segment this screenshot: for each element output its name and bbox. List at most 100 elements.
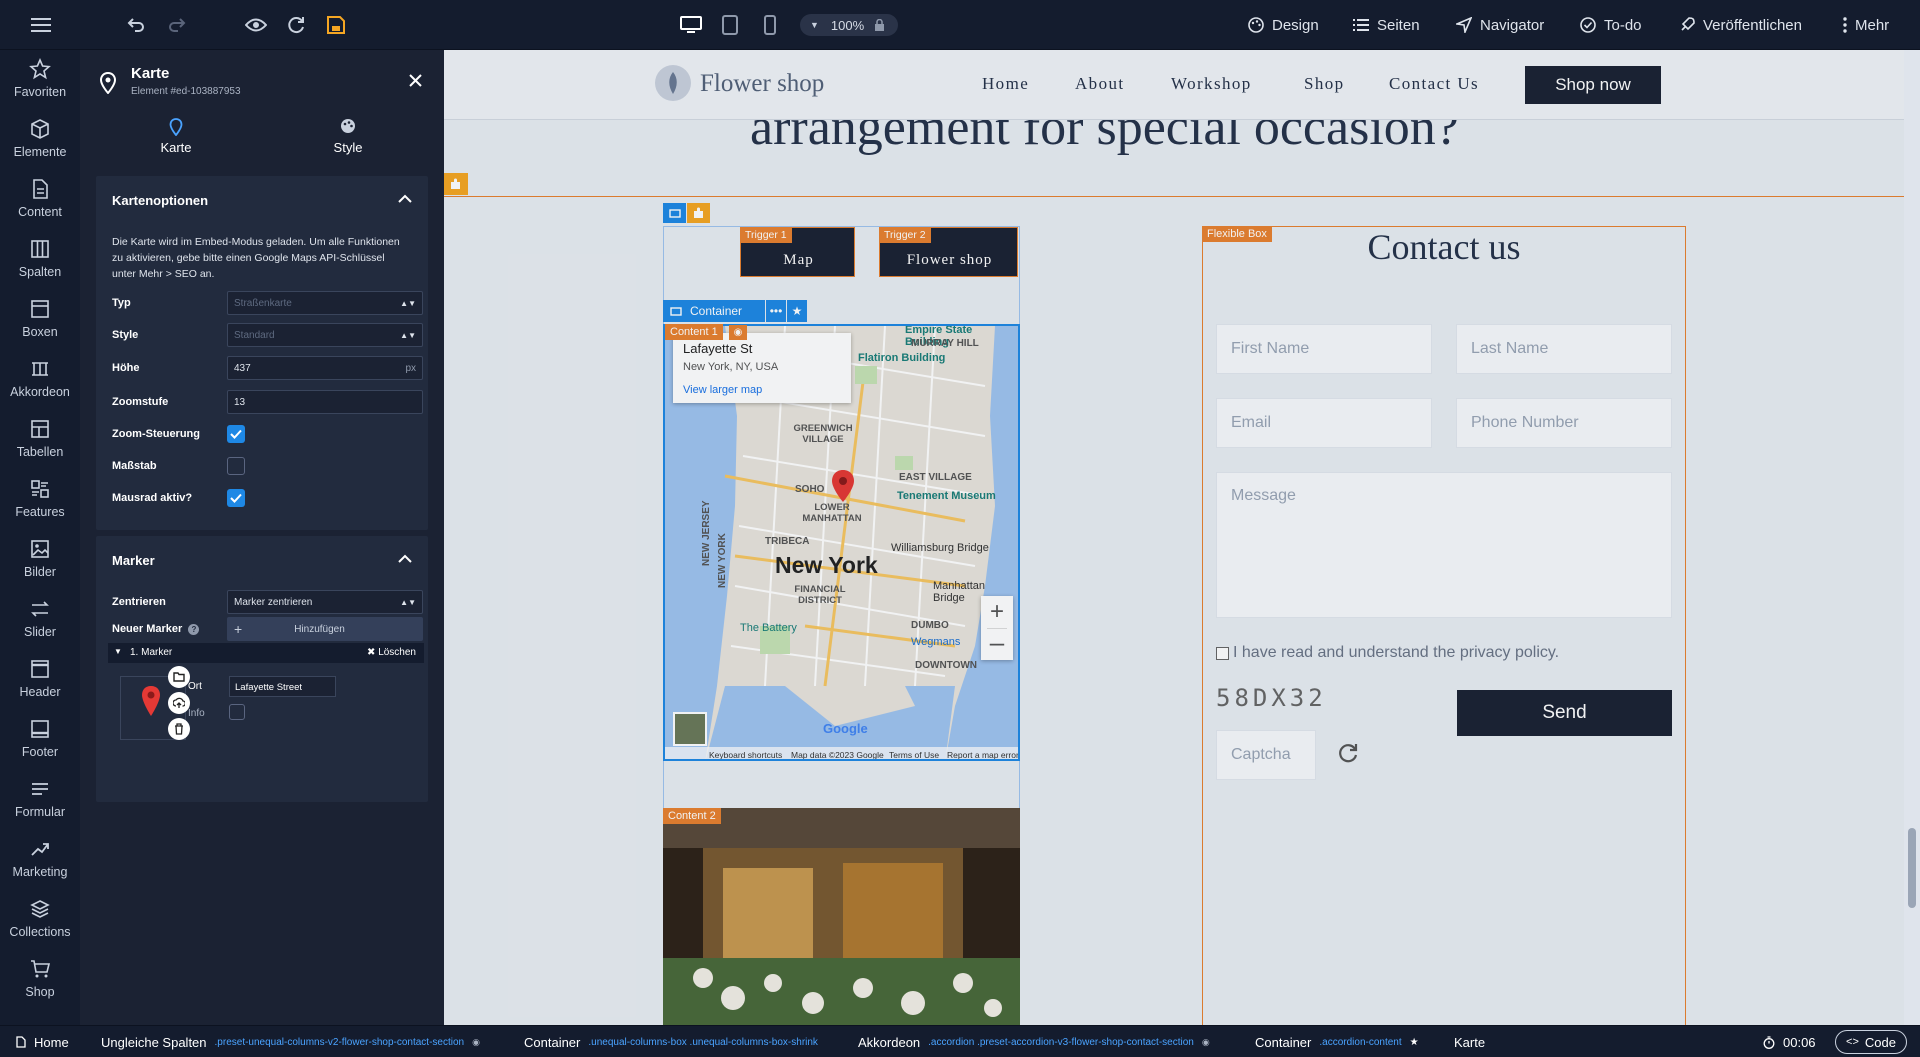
rail-accordion[interactable]: Akkordeon	[0, 358, 80, 416]
zoom-in-icon[interactable]: +	[981, 598, 1013, 628]
rail-content[interactable]: Content	[0, 178, 80, 236]
redo-icon[interactable]	[165, 13, 189, 37]
help-icon[interactable]: ?	[188, 624, 200, 635]
tab-karte[interactable]: Karte	[91, 118, 261, 155]
zoom-control-checkbox[interactable]	[227, 425, 245, 443]
menu-design[interactable]: Design	[1248, 0, 1319, 50]
tablet-view-icon[interactable]	[718, 13, 742, 37]
preview-eye-icon[interactable]	[244, 13, 268, 37]
zoom-out-icon[interactable]: –	[981, 629, 1013, 659]
more-horizontal-icon[interactable]: •••	[766, 300, 786, 322]
close-icon[interactable]	[409, 74, 422, 87]
view-larger-map-link[interactable]: View larger map	[683, 384, 762, 396]
trigger-flower-shop[interactable]: Trigger 2 Flower shop	[879, 227, 1018, 277]
crumb-unequal-columns[interactable]: Ungleiche Spalten .preset-unequal-column…	[101, 1026, 480, 1057]
container-icon[interactable]	[663, 203, 686, 223]
eye-off-icon[interactable]: ◉	[729, 325, 747, 340]
map-options-title[interactable]: Kartenoptionen	[112, 193, 208, 208]
nav-contact[interactable]: Contact Us	[1389, 74, 1479, 94]
rail-elements[interactable]: Elemente	[0, 118, 80, 176]
nav-shop[interactable]: Shop	[1304, 74, 1345, 94]
rail-marketing[interactable]: Marketing	[0, 838, 80, 896]
scale-checkbox[interactable]	[227, 457, 245, 475]
save-icon[interactable]	[324, 13, 348, 37]
delete-marker-button[interactable]: ✖ Löschen	[367, 647, 416, 658]
crumb-accordion[interactable]: Akkordeon .accordion .preset-accordion-v…	[858, 1026, 1210, 1057]
terms-link[interactable]: Terms of Use	[889, 750, 939, 759]
canvas-scrollbar[interactable]	[1904, 50, 1920, 1025]
lock-icon[interactable]	[874, 19, 885, 31]
trigger-map[interactable]: Trigger 1 Map	[740, 227, 855, 277]
desktop-view-icon[interactable]	[679, 13, 703, 37]
refresh-icon[interactable]	[284, 13, 308, 37]
refresh-captcha-icon[interactable]	[1337, 742, 1359, 764]
keyboard-shortcuts-link[interactable]: Keyboard shortcuts	[709, 750, 782, 759]
code-button[interactable]: <> Code	[1835, 1030, 1907, 1054]
rail-boxes[interactable]: Boxen	[0, 298, 80, 356]
nav-about[interactable]: About	[1075, 74, 1125, 94]
email-input[interactable]: Email	[1216, 398, 1432, 448]
undo-icon[interactable]	[124, 13, 148, 37]
hamburger-menu-icon[interactable]	[29, 13, 53, 37]
rail-form[interactable]: Formular	[0, 778, 80, 836]
nav-home[interactable]: Home	[982, 74, 1029, 94]
captcha-input[interactable]: Captcha	[1216, 730, 1316, 780]
rail-features[interactable]: Features	[0, 478, 80, 536]
satellite-toggle[interactable]	[673, 712, 707, 746]
scrollbar-thumb[interactable]	[1908, 828, 1916, 908]
info-checkbox[interactable]	[229, 704, 245, 720]
brand-name[interactable]: Flower shop	[700, 70, 824, 98]
typ-select[interactable]: Straßenkarte ▲▼	[227, 291, 423, 315]
rail-columns[interactable]: Spalten	[0, 238, 80, 296]
zoom-control[interactable]: ▼ 100%	[800, 14, 898, 36]
map-pin-icon[interactable]	[831, 469, 855, 503]
crumb-container-1[interactable]: Container .unequal-columns-box .unequal-…	[524, 1026, 818, 1057]
tab-style[interactable]: Style	[263, 118, 433, 155]
phone-input[interactable]: Phone Number	[1456, 398, 1672, 448]
rail-shop[interactable]: Shop	[0, 958, 80, 1016]
rail-slider[interactable]: Slider	[0, 598, 80, 656]
menu-navigator[interactable]: Navigator	[1456, 0, 1544, 50]
height-input[interactable]: 437 px	[227, 356, 423, 380]
crumb-karte[interactable]: Karte	[1454, 1026, 1485, 1057]
report-error-link[interactable]: Report a map error	[947, 750, 1018, 759]
marker-item-header[interactable]: ▼ 1. Marker ✖ Löschen	[108, 643, 424, 663]
puzzle-icon[interactable]	[444, 173, 468, 195]
nav-workshop[interactable]: Workshop	[1171, 74, 1252, 94]
rail-favorites[interactable]: Favoriten	[0, 58, 80, 116]
map-embed[interactable]: Empire State Building MURRAY HILL Flatir…	[663, 324, 1020, 761]
style-select[interactable]: Standard ▲▼	[227, 323, 423, 347]
menu-todo[interactable]: To-do	[1580, 0, 1642, 50]
location-input[interactable]: Lafayette Street	[229, 676, 336, 697]
rail-tables[interactable]: Tabellen	[0, 418, 80, 476]
chevron-up-icon[interactable]	[398, 194, 412, 203]
shop-now-button[interactable]: Shop now	[1525, 66, 1661, 104]
last-name-input[interactable]: Last Name	[1456, 324, 1672, 374]
menu-publish[interactable]: Veröffentlichen	[1679, 0, 1802, 50]
privacy-checkbox[interactable]	[1216, 647, 1229, 660]
puzzle-icon[interactable]	[687, 203, 710, 223]
mobile-view-icon[interactable]	[758, 13, 782, 37]
rail-images[interactable]: Bilder	[0, 538, 80, 596]
message-textarea[interactable]: Message	[1216, 472, 1672, 618]
mousewheel-checkbox[interactable]	[227, 489, 245, 507]
menu-pages[interactable]: Seiten	[1353, 0, 1420, 50]
crumb-container-2[interactable]: Container .accordion-content ★	[1255, 1026, 1419, 1057]
zoom-level-input[interactable]: 13	[227, 390, 423, 414]
rail-footer[interactable]: Footer	[0, 718, 80, 776]
crumb-home[interactable]: Home	[16, 1026, 69, 1057]
send-button[interactable]: Send	[1457, 690, 1672, 736]
star-icon[interactable]: ★	[787, 300, 807, 322]
container-toolbar[interactable]: Container	[663, 300, 765, 322]
center-select[interactable]: Marker zentrieren ▲▼	[227, 590, 423, 614]
menu-more[interactable]: Mehr	[1843, 0, 1889, 50]
folder-icon[interactable]	[168, 666, 190, 688]
rail-header[interactable]: Header	[0, 658, 80, 716]
trash-icon[interactable]	[168, 718, 190, 740]
upload-icon[interactable]	[168, 692, 190, 714]
first-name-input[interactable]: First Name	[1216, 324, 1432, 374]
add-marker-button[interactable]: + Hinzufügen	[227, 617, 423, 641]
chevron-up-icon[interactable]	[398, 554, 412, 563]
marker-title[interactable]: Marker	[112, 553, 155, 568]
rail-collections[interactable]: Collections	[0, 898, 80, 956]
